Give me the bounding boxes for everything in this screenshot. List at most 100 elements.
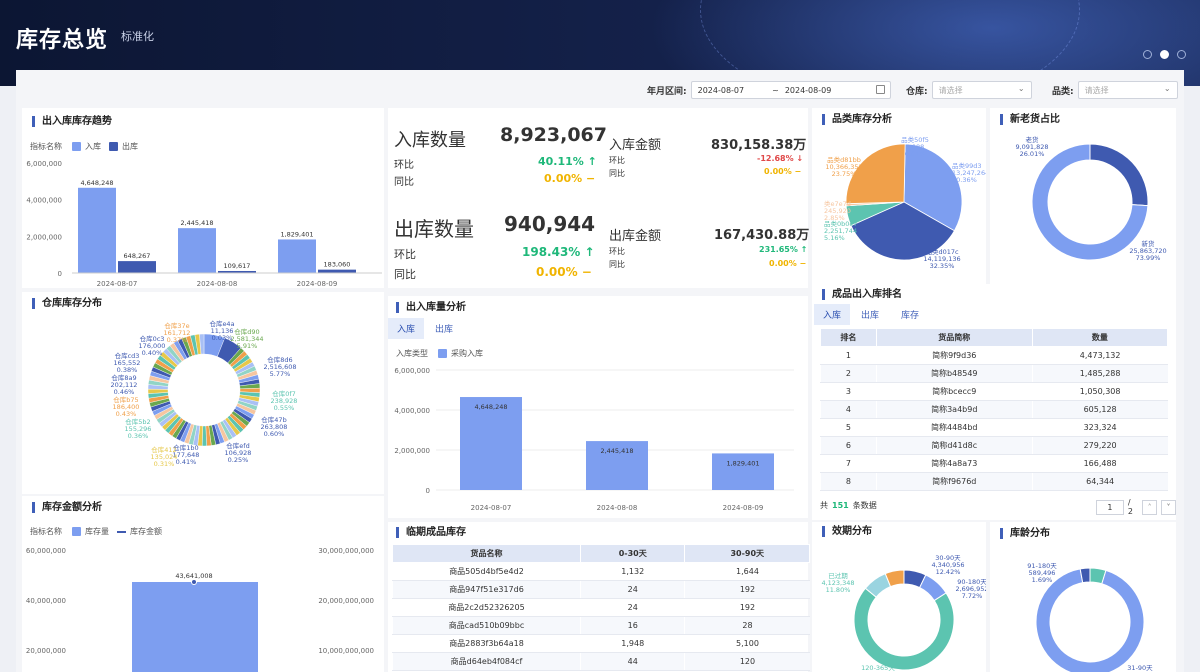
col-goods-name[interactable]: 货品名称 bbox=[392, 544, 581, 563]
warehouse-title: 仓库库存分布 bbox=[32, 298, 102, 309]
carousel-dot-3[interactable] bbox=[1177, 50, 1186, 59]
page-input[interactable]: 1 bbox=[1096, 499, 1124, 515]
legend-label: 指标名称 bbox=[30, 142, 62, 151]
bar-out bbox=[118, 261, 156, 273]
table-row[interactable]: 6 简称d41d8c 279,220 bbox=[820, 436, 1168, 455]
warehouse-label-pct: 0.55% bbox=[274, 404, 295, 412]
flow-legend-item[interactable]: 采购入库 bbox=[451, 348, 483, 359]
table-cell: 商品cad510b09bbc bbox=[392, 616, 581, 635]
table-cell: 1,050,308 bbox=[1031, 382, 1168, 401]
page-total: / 2 bbox=[1127, 498, 1133, 516]
rank-tab-out[interactable]: 出库 bbox=[852, 304, 888, 325]
chevron-down-icon[interactable]: ⌄ bbox=[1018, 84, 1025, 93]
table-row[interactable]: 商品505d4bf5e4d2 1,132 1,644 bbox=[392, 562, 810, 581]
legend-out[interactable]: 出库 bbox=[122, 141, 138, 152]
in-qty-hb-label: 环比 bbox=[394, 160, 414, 171]
category-pie: 品类50f53,0880.01%品类99d313,247,26430.36%品类… bbox=[824, 135, 986, 270]
out-qty-tb-value: 0.00% − bbox=[536, 265, 592, 279]
calendar-icon[interactable] bbox=[875, 85, 885, 94]
page-up-icon[interactable]: ˄ bbox=[1142, 499, 1158, 515]
age-title: 库龄分布 bbox=[1000, 528, 1050, 539]
trend-chart: 6,000,000 4,000,000 2,000,000 0 4,648,248 648… bbox=[26, 160, 382, 288]
category-select[interactable]: 请选择 ⌄ bbox=[1077, 81, 1178, 99]
pie-label-pct: 32.35% bbox=[930, 262, 955, 270]
table-row[interactable]: 7 简称4a8a73 166,488 bbox=[820, 454, 1168, 473]
pagination: 1 / 2 ˄ ˅ bbox=[1096, 498, 1177, 516]
newold-title: 新老货占比 bbox=[1000, 114, 1060, 125]
flow-bar-value: 4,648,248 bbox=[474, 403, 507, 411]
amount-bar bbox=[132, 582, 258, 672]
carousel-dot-1[interactable] bbox=[1143, 50, 1152, 59]
category-title: 品类库存分析 bbox=[822, 114, 892, 125]
table-row[interactable]: 商品2883f3b64a18 1,948 5,100 bbox=[392, 634, 810, 653]
x-tick-label: 2024-08-09 bbox=[723, 504, 764, 512]
table-cell: 2 bbox=[820, 364, 877, 383]
table-cell: 4,473,132 bbox=[1031, 346, 1168, 365]
page-down-icon[interactable]: ˅ bbox=[1161, 499, 1177, 515]
legend-in[interactable]: 入库 bbox=[85, 141, 101, 152]
table-row[interactable]: 商品cad510b09bbc 16 28 bbox=[392, 616, 810, 635]
table-row[interactable]: 1 简称9f9d36 4,473,132 bbox=[820, 346, 1168, 365]
rank-tab-stock[interactable]: 库存 bbox=[892, 304, 928, 325]
amount-chart: 60,000,000 40,000,000 20,000,000 30,000,000… bbox=[26, 547, 374, 672]
col-rank[interactable]: 排名 bbox=[820, 328, 877, 347]
amount-card: 库存金额分析 指标名称 库存量 库存金额 60,000,000 40,000,00… bbox=[22, 496, 384, 672]
rank-tab-in[interactable]: 入库 bbox=[814, 304, 851, 325]
table-cell: 商品2c2d52326205 bbox=[392, 598, 581, 617]
warehouse-label-pct: 0.25% bbox=[228, 456, 249, 464]
table-row[interactable]: 3 简称bcecc9 1,050,308 bbox=[820, 382, 1168, 401]
tab-out[interactable]: 出库 bbox=[426, 318, 462, 339]
carousel-dot-2[interactable] bbox=[1160, 50, 1169, 59]
out-qty-hb-label: 环比 bbox=[394, 248, 416, 261]
bar-value-label: 183,060 bbox=[324, 261, 351, 269]
table-cell: 5 bbox=[820, 418, 877, 437]
date-range-picker[interactable]: 2024-08-07 ~ 2024-08-09 bbox=[690, 81, 891, 99]
total-prefix: 共 bbox=[820, 501, 828, 510]
y-tick-label: 2,000,000 bbox=[26, 233, 62, 241]
col-30-90[interactable]: 30-90天 bbox=[684, 544, 810, 563]
warehouse-label-pct: 0.60% bbox=[264, 430, 285, 438]
warehouse-filter: 仓库: 请选择 ⌄ bbox=[906, 80, 1032, 100]
pie-label-pct: 23.75% bbox=[832, 170, 857, 178]
col-qty[interactable]: 数量 bbox=[1031, 328, 1169, 347]
newold-donut: 老货9,091,82826.01%新货25,863,72073.99% bbox=[1015, 135, 1166, 262]
bar-value-label: 4,648,248 bbox=[80, 179, 113, 187]
y-right-tick-label: 10,000,000,000 bbox=[318, 647, 374, 655]
table-cell: 3 bbox=[820, 382, 877, 401]
chevron-down-icon[interactable]: ⌄ bbox=[1164, 84, 1171, 93]
table-cell: 5,100 bbox=[684, 634, 810, 653]
validity-card: 效期分布 30-90天 4,340,956 12.42% 90-180天 2,696,9… bbox=[812, 522, 986, 672]
warehouse-filter-label: 仓库: bbox=[906, 86, 928, 97]
table-row[interactable]: 5 简称4484bd 323,324 bbox=[820, 418, 1168, 437]
total-count: 151 bbox=[832, 501, 849, 510]
date-start[interactable]: 2024-08-07 bbox=[698, 86, 745, 95]
out-qty-hb-value: 198.43% ↑ bbox=[522, 245, 595, 259]
table-row[interactable]: 2 简称b48549 1,485,288 bbox=[820, 364, 1168, 383]
table-row[interactable]: 商品947f51e317d6 24 192 bbox=[392, 580, 810, 599]
newold-card: 新老货占比 老货 9,091,828 26.01% 新货 25,863,720 73.99… bbox=[990, 108, 1176, 288]
amount-legend-swatch-qty bbox=[72, 527, 81, 536]
table-row[interactable]: 8 简称f9676d 64,344 bbox=[820, 472, 1168, 491]
table-row[interactable]: 商品d64eb4f084cf 44 120 bbox=[392, 652, 810, 671]
table-cell: 1,644 bbox=[684, 562, 810, 581]
table-cell: 商品2883f3b64a18 bbox=[392, 634, 581, 653]
tab-in[interactable]: 入库 bbox=[388, 318, 425, 339]
in-amt-label: 入库金额 bbox=[609, 138, 662, 153]
col-name[interactable]: 货品简称 bbox=[875, 328, 1033, 347]
pie-label-pct: 2.85% bbox=[824, 214, 845, 222]
category-filter: 品类: 请选择 ⌄ bbox=[1052, 80, 1178, 100]
table-cell: 简称3a4b9d bbox=[875, 400, 1033, 419]
date-end[interactable]: 2024-08-09 bbox=[785, 86, 832, 95]
validity-title: 效期分布 bbox=[822, 526, 872, 537]
x-tick-label: 2024-08-09 bbox=[297, 280, 338, 288]
warehouse-select[interactable]: 请选择 ⌄ bbox=[931, 81, 1032, 99]
bar-value-label: 648,267 bbox=[124, 252, 151, 260]
table-row[interactable]: 商品2c2d52326205 24 192 bbox=[392, 598, 810, 617]
kpi-card: 入库数量 8,923,067 环比 40.11% ↑ 同比 0.00% − 入库… bbox=[388, 108, 809, 288]
table-cell: 166,488 bbox=[1031, 454, 1168, 473]
warehouse-label-pct: 5.77% bbox=[270, 370, 291, 378]
expiring-table: 货品名称 0-30天 30-90天 商品505d4bf5e4d2 1,132 1,6… bbox=[392, 544, 810, 671]
col-0-30[interactable]: 0-30天 bbox=[579, 544, 686, 563]
table-row[interactable]: 4 简称3a4b9d 605,128 bbox=[820, 400, 1168, 419]
warehouse-label-pct: 0.37% bbox=[167, 336, 188, 344]
